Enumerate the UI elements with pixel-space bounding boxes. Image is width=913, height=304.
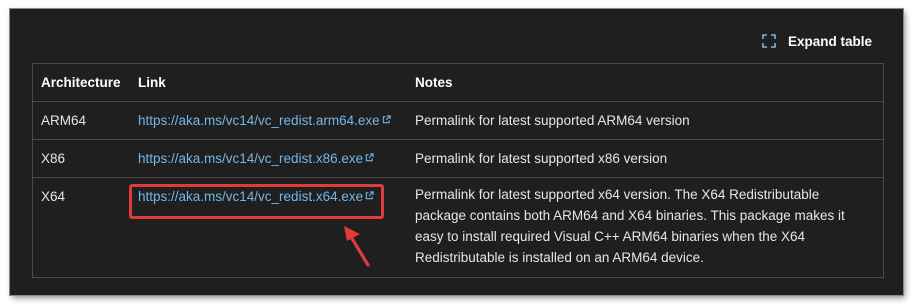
notes-line: easy to install required Visual C++ ARM6… (415, 229, 805, 244)
expand-icon (762, 34, 776, 48)
table-header-row: Architecture Link Notes (33, 64, 883, 102)
architecture-cell: ARM64 (33, 101, 130, 140)
notes-line: Permalink for latest supported x64 versi… (415, 187, 820, 202)
column-header-link: Link (130, 64, 407, 102)
notes-cell: Permalink for latest supported ARM64 ver… (407, 101, 883, 140)
highlight-box (129, 184, 384, 219)
column-header-architecture: Architecture (33, 64, 130, 102)
expand-table-button[interactable]: Expand table (762, 31, 872, 51)
notes-line: package contains both ARM64 and X64 bina… (415, 208, 845, 223)
architecture-cell: X86 (33, 139, 130, 178)
expand-table-label: Expand table (788, 33, 873, 49)
column-header-notes: Notes (407, 64, 883, 102)
external-link-icon (382, 115, 391, 124)
docs-panel: Expand table Architecture Link Notes ARM… (10, 9, 903, 295)
download-link-x86[interactable]: https://aka.ms/vc14/vc_redist.x86.exe (138, 151, 374, 166)
link-cell: https://aka.ms/vc14/vc_redist.arm64.exe (130, 101, 407, 140)
link-cell: https://aka.ms/vc14/vc_redist.x86.exe (130, 139, 407, 178)
notes-cell: Permalink for latest supported x64 versi… (407, 178, 883, 275)
architecture-cell: X64 (41, 189, 66, 204)
redist-table: Architecture Link Notes ARM64 https://ak… (32, 63, 884, 278)
download-link-arm64[interactable]: https://aka.ms/vc14/vc_redist.arm64.exe (138, 113, 391, 128)
external-link-icon (365, 153, 374, 162)
notes-line: Redistributable is installed on an ARM64… (415, 250, 704, 265)
annotation-arrow-icon (344, 226, 370, 267)
notes-cell: Permalink for latest supported x86 versi… (407, 139, 883, 178)
table-row-x86: X86 https://aka.ms/vc14/vc_redist.x86.ex… (33, 139, 883, 178)
table-row-arm64: ARM64 https://aka.ms/vc14/vc_redist.arm6… (33, 101, 883, 140)
